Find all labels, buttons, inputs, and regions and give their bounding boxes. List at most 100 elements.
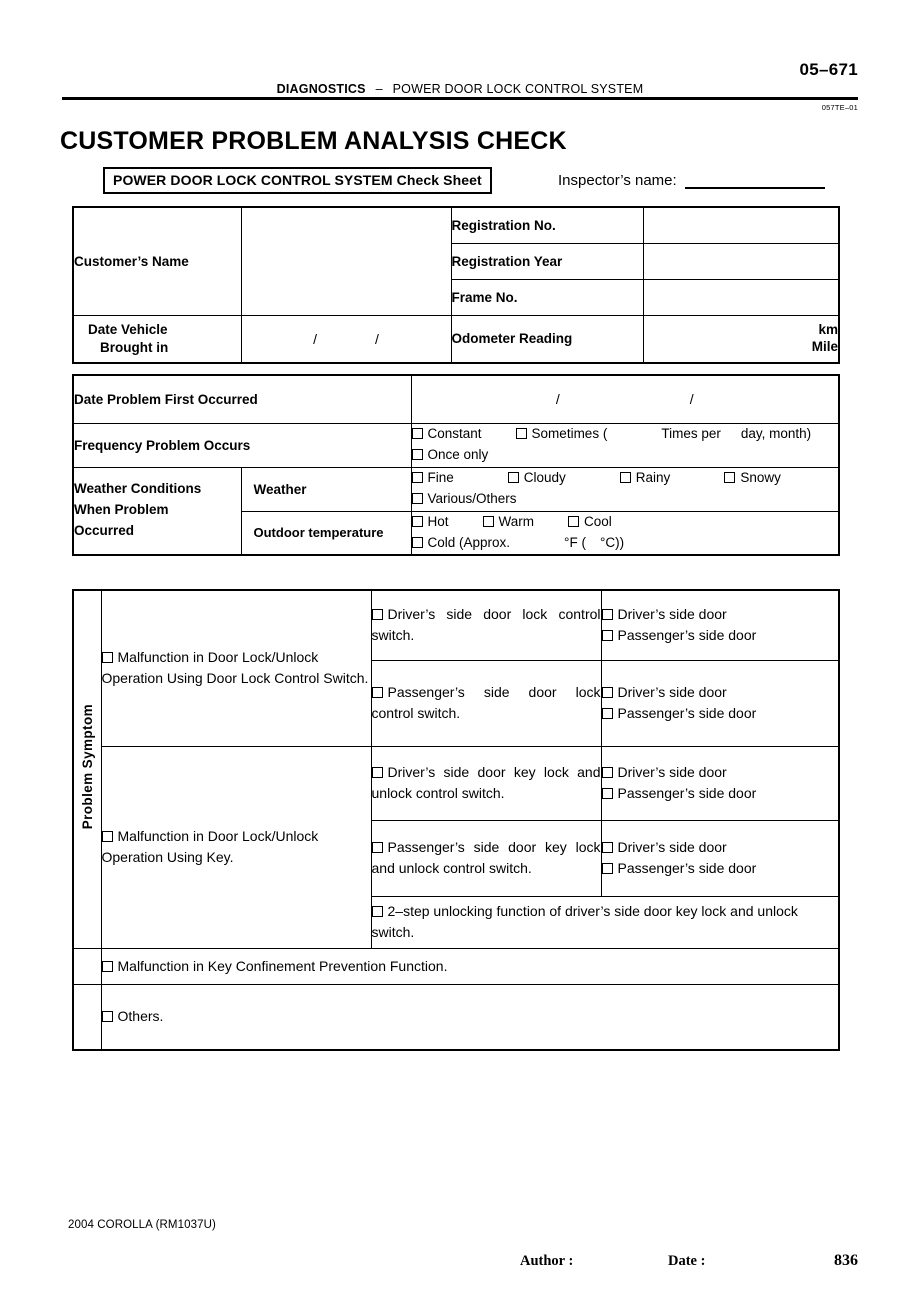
table-row: Problem Symptom Malfunction in Door Lock… [72,589,840,949]
symptom-two-step-text: 2–step unlocking function of driver’s si… [371,903,798,940]
document-reference-code: 057TE–01 [821,103,858,112]
checkbox-icon[interactable] [601,767,613,778]
checkbox-icon[interactable] [568,516,580,528]
checkbox-label: Warm [498,514,535,530]
checkbox-constant[interactable]: Constant [411,424,482,445]
problem-symptom-table: Problem Symptom Malfunction in Door Lock… [72,589,840,1051]
symptom-switch-cell: Passenger’s side door lock control switc… [370,659,602,747]
odometer-reading-label: Odometer Reading [450,314,644,364]
checkbox-icon[interactable] [101,960,113,972]
inspector-name-field: Inspector’s name: [558,172,825,189]
checkbox-icon[interactable] [371,687,383,698]
checkbox-icon[interactable] [507,472,519,484]
symptom-door-option[interactable]: Driver’s side door [601,837,839,858]
checkbox-icon[interactable] [411,428,423,440]
checkbox-icon[interactable] [371,842,383,853]
date-slash-1: / [313,330,317,347]
date-first-occurred-label: Date Problem First Occurred [72,374,412,424]
checkbox-snowy[interactable]: Snowy [724,468,781,489]
odometer-reading-value[interactable]: km Mile [642,314,840,364]
date-brought-in-label-line2: Brought in [100,339,169,355]
frequency-options-line2: Once only [411,445,839,466]
symptom-door-option[interactable]: Driver’s side door [601,762,839,783]
frequency-day-month-label: day, month) [740,426,812,442]
checkbox-cloudy[interactable]: Cloudy [507,468,566,489]
date-brought-in-value[interactable]: / / [240,314,452,364]
footer-author-label: Author : [520,1253,574,1269]
date-first-occurred-value[interactable]: / / [410,374,840,424]
checkbox-icon[interactable] [371,609,383,621]
symptom-door-option[interactable]: Driver’s side door [601,682,839,703]
table-row: Frequency Problem Occurs Constant Sometim… [72,422,840,468]
checkbox-label: Cloudy [523,470,566,486]
check-sheet-title-box: POWER DOOR LOCK CONTROL SYSTEM Check She… [103,167,492,194]
symptom-switch-cell: Passenger’s side door key lock and unloc… [370,819,602,897]
inspector-name-input[interactable] [684,175,825,189]
temperature-options-line2: Cold (Approx. °F (°C)) [411,533,839,554]
date-first-slash-2: / [689,391,694,408]
checkbox-icon[interactable] [601,842,613,853]
symptom-door-option[interactable]: Driver’s side door [601,604,839,625]
checkbox-icon[interactable] [515,428,527,440]
symptom-door-label: Driver’s side door [617,684,727,700]
checkbox-icon[interactable] [371,767,383,778]
checkbox-label: Hot [427,514,449,530]
checkbox-icon[interactable] [619,472,631,484]
customers-name-value[interactable] [240,206,452,316]
table-row: Malfunction in Key Confinement Preventio… [72,947,840,985]
footer-page-number: 836 [834,1252,858,1269]
checkbox-hot[interactable]: Hot [411,512,449,533]
frame-no-value[interactable] [642,278,840,316]
checkbox-icon[interactable] [411,493,423,504]
page-title: CUSTOMER PROBLEM ANALYSIS CHECK [60,126,567,155]
temperature-celsius-label: °C)) [599,534,625,550]
running-head-subject: POWER DOOR LOCK CONTROL SYSTEM [392,82,644,96]
checkbox-icon[interactable] [411,536,423,548]
problem-occurrence-table: Date Problem First Occurred / / Frequency… [72,374,840,556]
checkbox-icon[interactable] [601,708,613,719]
checkbox-icon[interactable] [411,472,423,484]
checkbox-icon[interactable] [101,652,113,664]
checkbox-cold[interactable]: Cold (Approx. [411,533,510,554]
symptom-group1-title: Malfunction in Door Lock/Unlock Operatio… [100,589,372,747]
symptom-door-option[interactable]: Passenger’s side door [601,703,839,724]
checkbox-cool[interactable]: Cool [568,512,612,533]
customer-info-table: Customer’s Name Registration No. Registr… [72,206,840,364]
checkbox-label: Cool [584,514,612,530]
checkbox-icon[interactable] [601,609,613,621]
checkbox-icon[interactable] [411,449,423,460]
date-first-slash-1: / [555,391,560,408]
checkbox-icon[interactable] [601,863,613,874]
registration-no-value[interactable] [642,206,840,244]
symptom-door-label: Passenger’s side door [617,860,757,876]
checkbox-icon[interactable] [411,516,423,528]
checkbox-icon[interactable] [601,687,613,698]
temperature-options-line1: Hot Warm Cool [411,512,839,533]
checkbox-icon[interactable] [601,788,613,799]
symptom-door-option[interactable]: Passenger’s side door [601,858,839,879]
outdoor-temperature-label: Outdoor temperature [240,510,412,556]
running-head: DIAGNOSTICS – POWER DOOR LOCK CONTROL SYST… [0,82,920,96]
checkbox-icon[interactable] [371,906,383,917]
checkbox-warm[interactable]: Warm [482,512,535,533]
problem-symptom-vertical-label-text: Problem Symptom [79,704,95,830]
header-rule [62,97,858,100]
checkbox-icon[interactable] [101,831,113,842]
symptom-door-option[interactable]: Passenger’s side door [601,625,839,646]
checkbox-various-others[interactable]: Various/Others [411,489,517,510]
frame-no-label: Frame No. [450,278,644,316]
checkbox-rainy[interactable]: Rainy [619,468,670,489]
checkbox-icon[interactable] [482,516,494,528]
registration-year-value[interactable] [642,242,840,280]
checkbox-icon[interactable] [101,1011,113,1023]
checkbox-fine[interactable]: Fine [411,468,454,489]
checkbox-once-only[interactable]: Once only [411,445,488,466]
symptom-switch-text: Driver’s side door lock control switch. [371,606,601,644]
symptom-door-option[interactable]: Passenger’s side door [601,783,839,804]
checkbox-sometimes[interactable]: Sometimes ( [515,424,607,445]
weather-options-line2: Various/Others [411,489,839,510]
checkbox-icon[interactable] [724,472,736,484]
checkbox-icon[interactable] [601,630,613,642]
frequency-options-line1: Constant Sometimes (Times per day, month) [411,424,839,445]
odometer-unit-km: km [818,321,838,337]
